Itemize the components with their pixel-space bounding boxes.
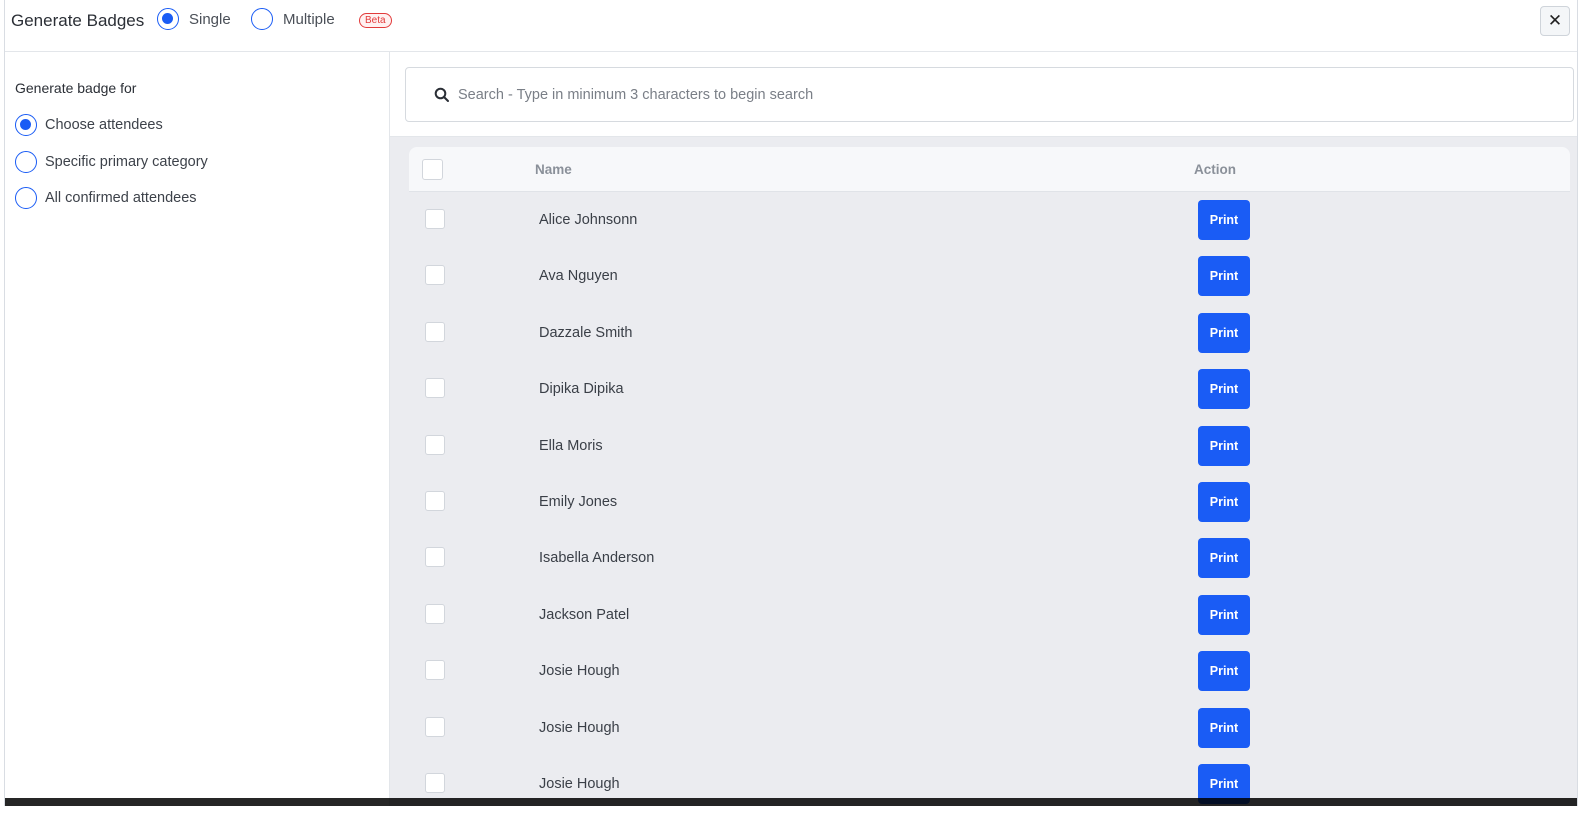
option-label: Choose attendees bbox=[45, 117, 163, 133]
close-button[interactable]: ✕ bbox=[1540, 6, 1570, 36]
row-checkbox[interactable] bbox=[425, 660, 445, 681]
row-checkbox[interactable] bbox=[425, 321, 445, 342]
bottom-edge bbox=[5, 798, 1577, 806]
attendee-name: Josie Hough bbox=[539, 719, 620, 736]
radio-icon[interactable] bbox=[157, 8, 179, 30]
radio-icon[interactable] bbox=[15, 187, 37, 209]
print-button[interactable]: Print bbox=[1198, 425, 1250, 466]
column-header-name: Name bbox=[535, 162, 572, 177]
search-input[interactable] bbox=[456, 85, 1360, 104]
table-header: Name Action bbox=[409, 147, 1570, 192]
attendee-name: Isabella Anderson bbox=[539, 550, 655, 567]
table-row: Dazzale Smith Print bbox=[409, 305, 1570, 361]
search-bar bbox=[390, 52, 1577, 137]
mode-multiple-option[interactable]: Multiple bbox=[251, 8, 335, 30]
option-specific-primary-category[interactable]: Specific primary category bbox=[15, 151, 208, 173]
modal-header: Generate Badges Single Multiple Beta ✕ bbox=[5, 0, 1577, 52]
radio-icon[interactable] bbox=[15, 151, 37, 173]
table-row: Jackson Patel Print bbox=[409, 587, 1570, 643]
attendee-name: Jackson Patel bbox=[539, 606, 630, 623]
print-button[interactable]: Print bbox=[1198, 369, 1250, 410]
print-button[interactable]: Print bbox=[1198, 707, 1250, 748]
generate-badges-modal: Generate Badges Single Multiple Beta ✕ G… bbox=[4, 0, 1578, 806]
attendee-name: Ava Nguyen bbox=[539, 268, 618, 285]
option-label: All confirmed attendees bbox=[45, 190, 197, 206]
table-row: Dipika Dipika Print bbox=[409, 361, 1570, 417]
attendee-name: Alice Johnsonn bbox=[539, 212, 638, 228]
beta-badge: Beta bbox=[359, 13, 392, 28]
mode-single-label: Single bbox=[189, 10, 231, 28]
attendee-name: Josie Hough bbox=[539, 776, 620, 792]
option-all-confirmed-attendees[interactable]: All confirmed attendees bbox=[15, 187, 197, 209]
sidebar: Generate badge for Choose attendees Spec… bbox=[5, 52, 390, 806]
radio-icon[interactable] bbox=[15, 114, 37, 136]
row-checkbox[interactable] bbox=[425, 491, 445, 511]
table-row: Alice Johnsonn Print bbox=[409, 192, 1570, 248]
row-checkbox[interactable] bbox=[425, 209, 445, 229]
print-button[interactable]: Print bbox=[1198, 482, 1250, 522]
print-button[interactable]: Print bbox=[1198, 256, 1250, 297]
row-checkbox[interactable] bbox=[425, 378, 445, 399]
attendee-name: Dazzale Smith bbox=[539, 324, 633, 341]
print-button[interactable]: Print bbox=[1198, 594, 1250, 635]
print-button[interactable]: Print bbox=[1198, 200, 1250, 240]
print-button[interactable]: Print bbox=[1198, 538, 1250, 579]
row-checkbox[interactable] bbox=[425, 603, 445, 624]
radio-icon[interactable] bbox=[251, 8, 273, 30]
close-icon: ✕ bbox=[1547, 11, 1563, 30]
table-row: Ella Moris Print bbox=[409, 418, 1570, 474]
print-button[interactable]: Print bbox=[1198, 312, 1250, 353]
attendee-name: Emily Jones bbox=[539, 494, 618, 510]
attendee-name: Ella Moris bbox=[539, 437, 603, 454]
row-checkbox[interactable] bbox=[425, 773, 445, 793]
attendee-name: Dipika Dipika bbox=[539, 381, 624, 398]
attendees-table: Name Action Alice Johnsonn Print Ava Nguye… bbox=[409, 147, 1570, 806]
option-label: Specific primary category bbox=[45, 154, 208, 170]
table-row: Emily Jones Print bbox=[409, 474, 1570, 530]
row-checkbox[interactable] bbox=[425, 434, 445, 455]
row-checkbox[interactable] bbox=[425, 265, 445, 286]
attendee-name: Josie Hough bbox=[539, 663, 620, 680]
sidebar-heading: Generate badge for bbox=[15, 80, 137, 96]
table-row: Josie Hough Print bbox=[409, 700, 1570, 756]
mode-single-option[interactable]: Single bbox=[157, 8, 231, 30]
print-button[interactable]: Print bbox=[1198, 651, 1250, 692]
row-checkbox[interactable] bbox=[425, 716, 445, 737]
row-checkbox[interactable] bbox=[425, 547, 445, 568]
search-box[interactable] bbox=[405, 67, 1574, 122]
table-row: Josie Hough Print bbox=[409, 643, 1570, 699]
table-row: Isabella Anderson Print bbox=[409, 530, 1570, 586]
option-choose-attendees[interactable]: Choose attendees bbox=[15, 114, 163, 136]
mode-multiple-label: Multiple bbox=[283, 10, 335, 28]
main-panel: Name Action Alice JohnsonnPrintAva Nguye… bbox=[390, 52, 1577, 806]
select-all-checkbox[interactable] bbox=[422, 159, 443, 180]
modal-title: Generate Badges bbox=[11, 11, 145, 30]
column-header-action: Action bbox=[1194, 162, 1236, 177]
search-icon bbox=[434, 87, 450, 103]
table-row: Ava Nguyen Print bbox=[409, 248, 1570, 304]
